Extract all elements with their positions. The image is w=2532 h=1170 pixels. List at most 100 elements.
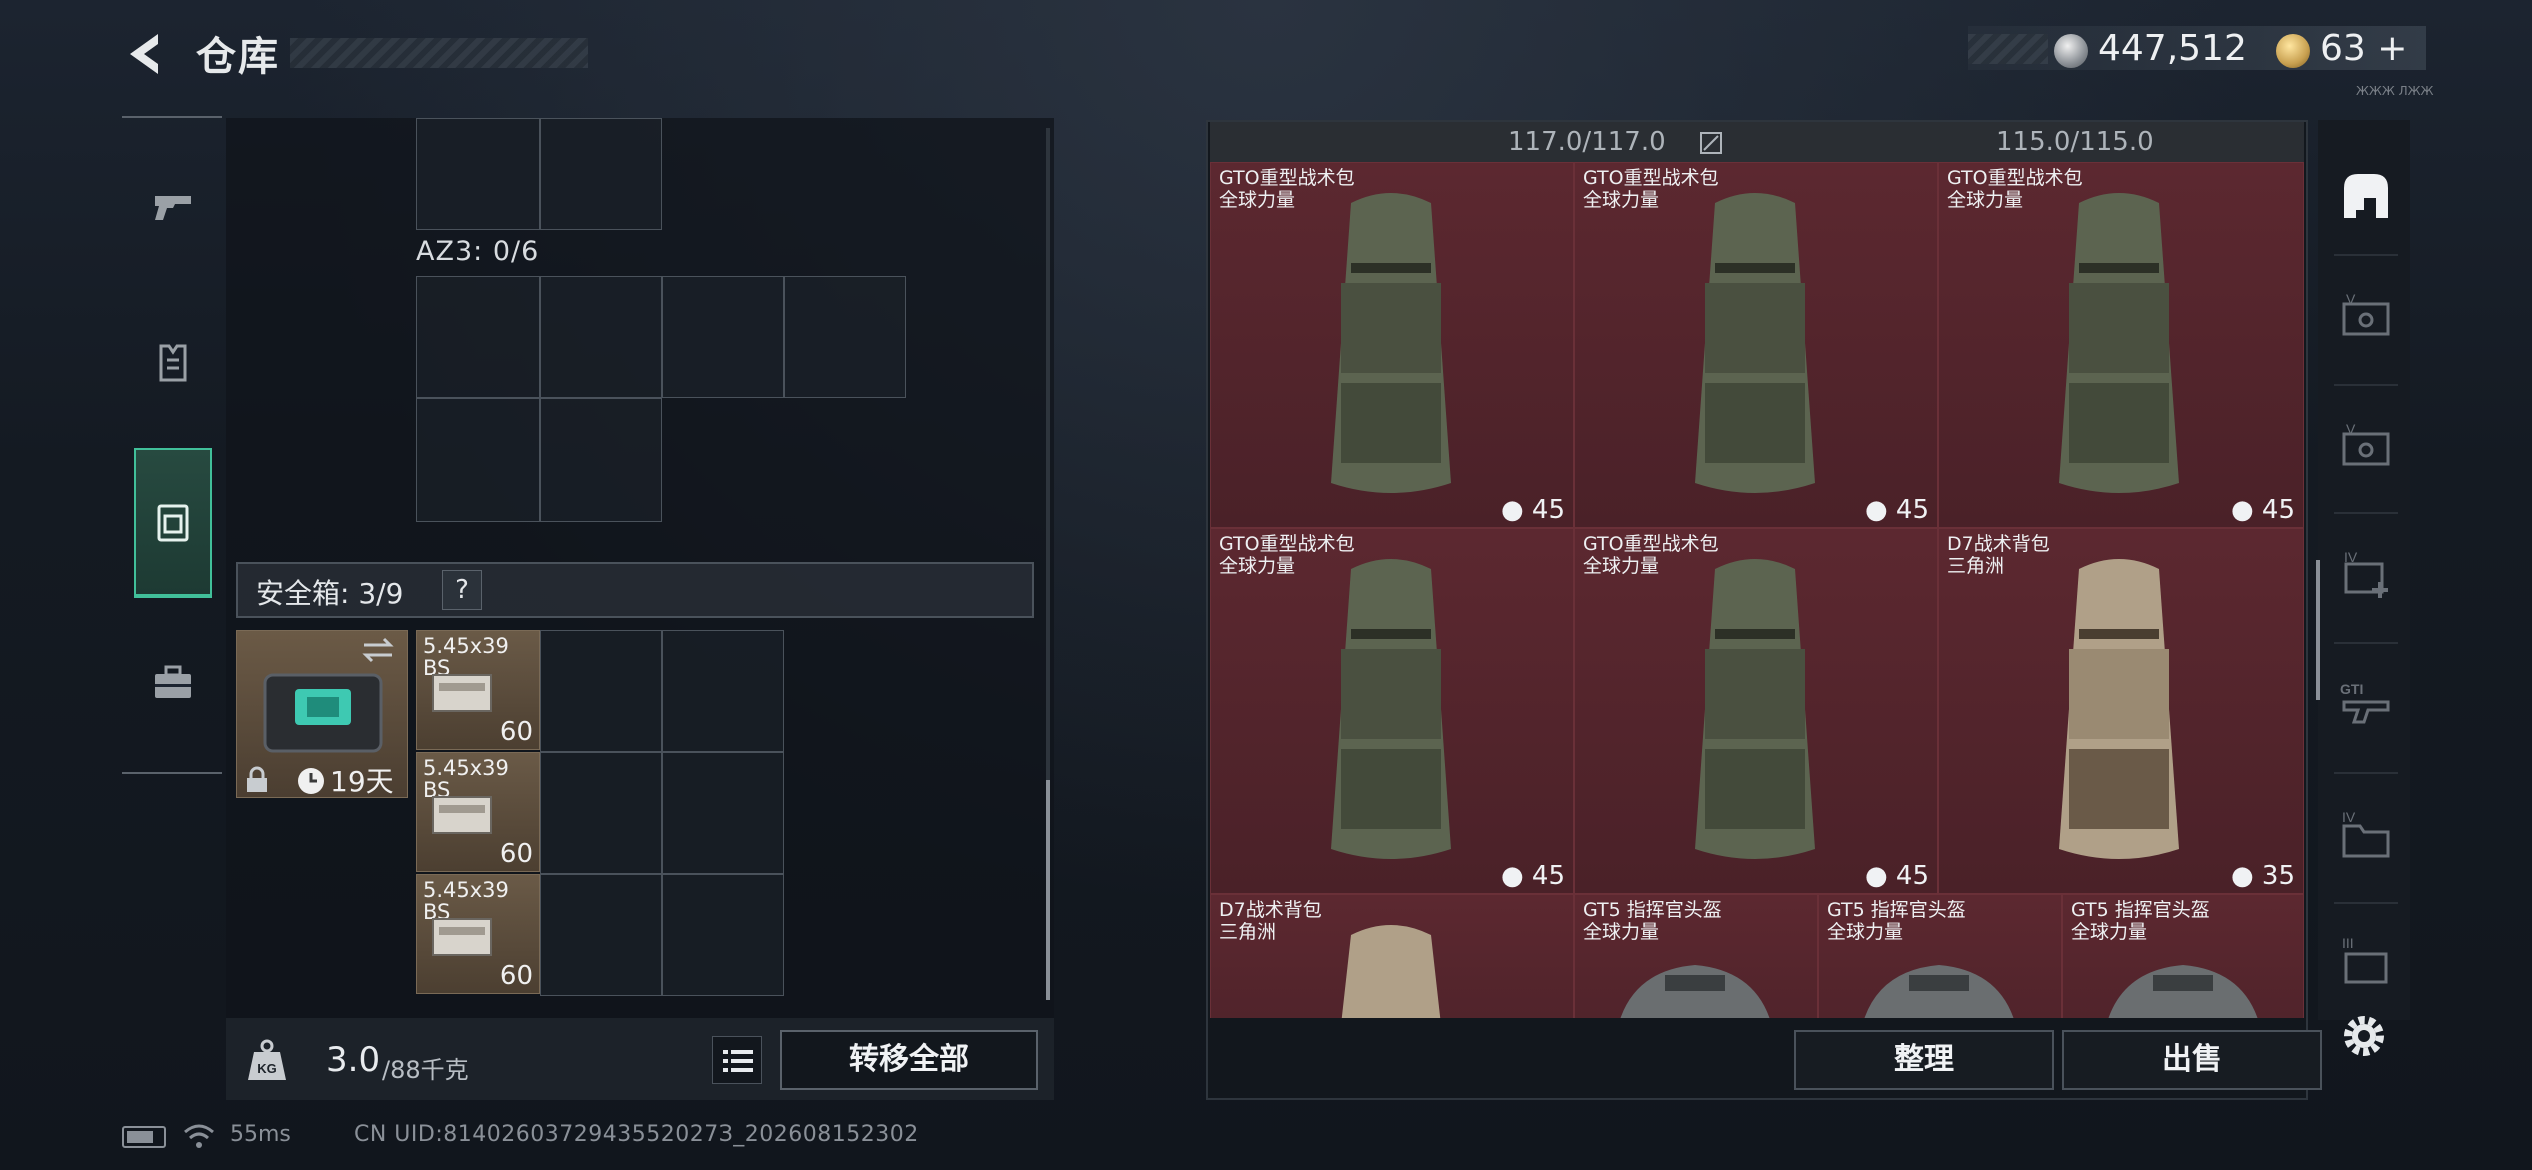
settings-icon[interactable] (2336, 1008, 2392, 1064)
filter-tab-gti[interactable]: GTI (2330, 664, 2402, 748)
ammo-item[interactable]: 5.45x39 BS 60 (416, 752, 540, 872)
svg-text:GTI: GTI (2340, 681, 2363, 697)
durability-icon: ● (2230, 861, 2254, 891)
safebox-slot-cell[interactable] (540, 630, 662, 752)
item-count-value: 45 (2261, 495, 2295, 525)
rail-scrollbar[interactable] (2316, 560, 2320, 700)
az3-slot-cell[interactable] (540, 276, 662, 398)
filter-tab-crate[interactable]: III (2330, 920, 2402, 1004)
ammo-count: 60 (499, 961, 533, 991)
helmet-icon (1864, 965, 2014, 1018)
ammo-item[interactable]: 5.45x39 BS 60 (416, 630, 540, 750)
backpack-icon (2059, 193, 2179, 493)
stash-item-backpack[interactable]: D7战术背包 三角洲 (1210, 894, 1574, 1018)
transfer-all-button[interactable]: 转移全部 (780, 1030, 1038, 1090)
stash-item-backpack[interactable]: GTO重型战术包 全球力量 ● 45 (1938, 162, 2304, 528)
nav-toolbox-tab[interactable] (134, 632, 212, 732)
ammo-name-line1: 5.45x39 (423, 756, 509, 780)
ammo-count: 60 (499, 717, 533, 747)
stash-grid[interactable]: GTO重型战术包 全球力量 ● 45 GTO重型战术包 全球力量 ● 45 GT… (1210, 162, 2304, 1018)
item-count-value: 45 (1895, 861, 1929, 891)
stash-item-helmet[interactable]: GT5 指挥官头盔 全球力量 (1574, 894, 1818, 1018)
slot-cell[interactable] (540, 118, 662, 230)
stash-item-backpack[interactable]: GTO重型战术包 全球力量 ● 45 (1574, 162, 1938, 528)
safebox-capacity-label: 安全箱: 3/9 (256, 577, 404, 610)
item-count: ● 45 (1501, 861, 1565, 891)
az3-slot-cell[interactable] (662, 276, 784, 398)
az3-slot-cell[interactable] (784, 276, 906, 398)
wifi-icon (184, 1124, 214, 1148)
silver-coin-icon (2054, 34, 2088, 68)
v-container-icon: V (2342, 421, 2390, 466)
ammo-name-line1: 5.45x39 (423, 878, 509, 902)
stash-capacity-2: 115.0/115.0 (1996, 127, 2154, 157)
az3-slot-cell[interactable] (416, 276, 540, 398)
filter-tab-all[interactable] (2330, 154, 2402, 238)
item-count-value: 45 (1531, 495, 1565, 525)
swap-icon[interactable] (360, 636, 396, 664)
item-count-value: 45 (1531, 861, 1565, 891)
stash-capacity-1: 117.0/117.0 (1508, 127, 1666, 157)
sell-button[interactable]: 出售 (2062, 1030, 2322, 1090)
rail-divider (2334, 772, 2398, 774)
v-container-icon: V (2342, 291, 2390, 336)
safebox-slot-cell[interactable] (662, 630, 784, 752)
slot-cell[interactable] (416, 118, 540, 230)
add-gold-button[interactable]: + (2377, 28, 2407, 69)
filter-tab-medkit[interactable]: IV (2330, 534, 2402, 618)
backpack-icon (1331, 193, 1451, 493)
ammo-count: 60 (499, 839, 533, 869)
nav-weapon-tab[interactable] (134, 156, 212, 256)
clock-icon (298, 768, 324, 794)
backpack-icon (1695, 559, 1815, 859)
home-icon (2344, 174, 2388, 218)
durability-icon: ● (1500, 495, 1524, 525)
ammo-box-icon (432, 674, 492, 712)
backpack-icon (1331, 559, 1451, 859)
stash-item-helmet[interactable]: GT5 指挥官头盔 全球力量 (1818, 894, 2062, 1018)
helmet-icon (1620, 965, 1770, 1018)
safebox-slot-cell[interactable] (662, 874, 784, 996)
stash-item-helmet[interactable]: GT5 指挥官头盔 全球力量 (2062, 894, 2304, 1018)
back-arrow-icon[interactable] (118, 26, 174, 82)
rail-divider (2334, 642, 2398, 644)
gold-amount[interactable]: 63 + (2320, 28, 2407, 69)
helmet-icon (2108, 965, 2258, 1018)
filter-tab-v-container[interactable]: V (2330, 276, 2402, 360)
iv-folder-icon: IV (2342, 809, 2390, 858)
safebox-slot-cell[interactable] (540, 874, 662, 996)
item-name: GT5 指挥官头盔 (2071, 899, 2210, 921)
sort-button[interactable]: 整理 (1794, 1030, 2054, 1090)
title-decor-stripe (290, 38, 588, 68)
gti-gun-icon: GTI (2340, 681, 2390, 724)
stash-item-backpack[interactable]: D7战术背包 三角洲 ● 35 (1938, 528, 2304, 894)
item-count: ● 35 (2231, 861, 2295, 891)
durability-icon: ● (1864, 861, 1888, 891)
loadout-scrollbar-thumb[interactable] (1046, 780, 1050, 1000)
expand-icon[interactable] (1698, 130, 1724, 156)
ammo-box-icon (432, 796, 492, 834)
az3-slot-cell[interactable] (416, 398, 540, 522)
safebox-help-button[interactable]: ? (442, 570, 482, 610)
backpack-icon (1341, 925, 1441, 1018)
filter-tab-v-container-2[interactable]: V (2330, 406, 2402, 490)
item-count: ● 45 (1865, 861, 1929, 891)
rail-divider (2334, 384, 2398, 386)
list-view-button[interactable] (712, 1036, 762, 1084)
az3-slot-cell[interactable] (540, 398, 662, 522)
nav-equipment-tab[interactable] (134, 312, 212, 412)
safebox-slot-cell[interactable] (540, 752, 662, 874)
ammo-item[interactable]: 5.45x39 BS 60 (416, 874, 540, 994)
stash-item-backpack[interactable]: GTO重型战术包 全球力量 ● 45 (1574, 528, 1938, 894)
iii-crate-icon: III (2342, 935, 2388, 984)
user-uid: CN UID:8140260372943552027З_202608152302 (354, 1122, 919, 1147)
stash-item-backpack[interactable]: GTO重型战术包 全球力量 ● 45 (1210, 528, 1574, 894)
nav-safebox-tab[interactable] (134, 448, 212, 598)
filter-tab-folder[interactable]: IV (2330, 794, 2402, 878)
weight-kg-icon: KG (248, 1039, 286, 1080)
backpack-icon (1695, 193, 1815, 493)
item-name: GT5 指挥官头盔 (1827, 899, 1966, 921)
stash-item-backpack[interactable]: GTO重型战术包 全球力量 ● 45 (1210, 162, 1574, 528)
svg-text:IV: IV (2344, 549, 2358, 565)
safebox-slot-cell[interactable] (662, 752, 784, 874)
